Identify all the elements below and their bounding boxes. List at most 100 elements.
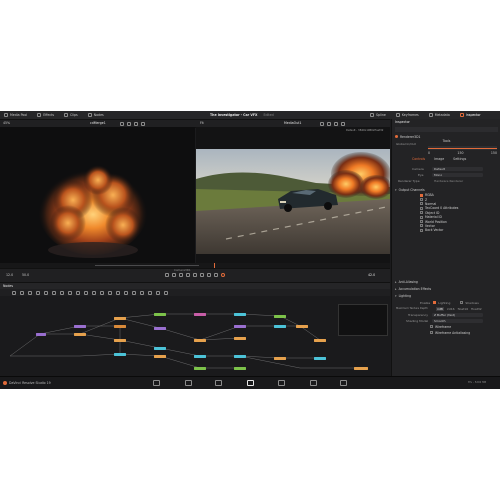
node-orange[interactable] (194, 339, 206, 342)
checkbox-icon[interactable] (420, 228, 423, 232)
clips-button[interactable]: Clips (64, 113, 78, 117)
anti-aliasing-header[interactable]: ▸ Anti-Aliasing (395, 279, 498, 284)
checkbox-icon[interactable] (430, 325, 433, 328)
tools-tab[interactable]: Tools (395, 127, 498, 143)
more-icon[interactable] (341, 121, 345, 126)
node-orange[interactable] (274, 357, 286, 360)
record-icon[interactable] (221, 273, 225, 277)
deliver-page-icon[interactable] (340, 380, 347, 386)
keyframes-button[interactable]: Keyframes (395, 113, 419, 117)
accumulation-header[interactable]: ▸ Accumulation Effects (395, 286, 498, 291)
node-orange[interactable] (154, 355, 166, 358)
checkbox-icon[interactable] (420, 198, 423, 202)
node-cyan[interactable] (234, 355, 246, 358)
color-tool-icon[interactable] (148, 290, 152, 295)
text-tool-icon[interactable] (28, 290, 32, 295)
background-tool-icon[interactable] (12, 290, 16, 295)
effects-tool-icon[interactable] (156, 290, 160, 295)
more-tools-icon[interactable] (164, 290, 168, 295)
node-orange[interactable] (114, 325, 126, 328)
media-out-node[interactable] (354, 367, 368, 370)
node-header[interactable]: Renderer3D1 (395, 134, 498, 139)
range-end[interactable]: 150 (491, 151, 497, 155)
transparency-select[interactable]: Z Buffer (fast) (432, 312, 483, 317)
image-tab[interactable]: Image (434, 157, 444, 161)
step-forward-icon[interactable] (200, 273, 204, 277)
media-pool-button[interactable]: Media Pool (4, 113, 27, 117)
merge-tool-icon[interactable] (36, 290, 40, 295)
node-orange[interactable] (114, 317, 126, 320)
particle-tool-icon[interactable] (84, 290, 88, 295)
wireframe-aa-row[interactable]: Wireframe Antialiasing (430, 330, 498, 335)
media-page-icon[interactable] (153, 380, 160, 386)
node-green[interactable] (154, 313, 166, 316)
lighting-header[interactable]: ▾ Lighting (395, 293, 498, 298)
fairlight-page-icon[interactable] (310, 380, 317, 386)
light-tool-icon[interactable] (108, 290, 112, 295)
depth-int8[interactable]: int8 (436, 306, 444, 311)
node-graph[interactable] (0, 296, 390, 376)
roi-icon[interactable] (127, 121, 131, 126)
paint-tool-icon[interactable] (20, 290, 24, 295)
stop-icon[interactable] (186, 273, 190, 277)
checkbox-icon[interactable] (420, 193, 423, 197)
node-pink[interactable] (194, 313, 206, 316)
node-orange[interactable] (74, 333, 86, 336)
camera-select[interactable]: Default (432, 166, 483, 171)
camera-tool-icon[interactable] (100, 290, 104, 295)
roi-icon[interactable] (327, 121, 331, 126)
fusion-page-icon[interactable] (247, 380, 254, 386)
view-options-icon[interactable] (320, 121, 324, 126)
edit-page-icon[interactable] (215, 380, 222, 386)
depth-float16[interactable]: float16 (458, 307, 469, 311)
inspector-button[interactable]: Inspector (459, 113, 481, 117)
node-cyan[interactable] (114, 353, 126, 356)
shading-select[interactable]: Smooth (432, 318, 483, 323)
range-mid[interactable]: 150 (457, 151, 463, 155)
node-orange[interactable] (314, 339, 326, 342)
tracker-tool-icon[interactable] (124, 290, 128, 295)
play-reverse-icon[interactable] (179, 273, 183, 277)
controls-tab[interactable]: Controls (412, 157, 425, 161)
lut-icon[interactable] (334, 121, 338, 126)
checkbox-icon[interactable] (420, 220, 423, 224)
node-purple[interactable] (234, 325, 246, 328)
metadata-button[interactable]: Metadata (428, 113, 450, 117)
checkbox-icon[interactable] (420, 211, 423, 215)
lighting-checkbox[interactable] (433, 301, 437, 304)
keyer-tool-icon[interactable] (140, 290, 144, 295)
node-purple[interactable] (154, 327, 166, 330)
node-cyan[interactable] (314, 357, 326, 360)
output-channels-header[interactable]: ▾ Output Channels (395, 187, 498, 192)
left-viewer-zoom[interactable]: 45% (3, 121, 10, 125)
blur-tool-icon[interactable] (52, 290, 56, 295)
node-cyan[interactable] (274, 325, 286, 328)
renderer-type-value[interactable]: Hardware Renderer (432, 179, 483, 183)
eye-select[interactable]: Mono (432, 172, 483, 177)
node-purple[interactable] (36, 333, 46, 336)
node-navigator[interactable] (338, 304, 388, 336)
right-viewer-zoom[interactable]: Fit (200, 121, 204, 125)
checkbox-icon[interactable] (420, 215, 423, 219)
node-cyan[interactable] (154, 347, 166, 350)
node-purple[interactable] (74, 325, 86, 328)
spline-button[interactable]: Spline (370, 113, 386, 117)
checkbox-icon[interactable] (420, 206, 423, 210)
settings-tab[interactable]: Settings (453, 157, 466, 161)
renderer-tool-icon[interactable] (116, 290, 120, 295)
depth-float32[interactable]: float32 (471, 307, 482, 311)
lut-icon[interactable] (134, 121, 138, 126)
render-start-field[interactable]: 12.0 (6, 273, 13, 277)
node-orange[interactable] (296, 325, 308, 328)
bspline-tool-icon[interactable] (76, 290, 80, 295)
shape3d-tool-icon[interactable] (92, 290, 96, 295)
transform-tool-icon[interactable] (44, 290, 48, 295)
effects-button[interactable]: Effects (37, 113, 54, 117)
more-icon[interactable] (141, 121, 145, 126)
node-green[interactable] (234, 367, 246, 370)
node-cyan[interactable] (194, 355, 206, 358)
checkbox-icon[interactable] (430, 331, 433, 334)
global-range-slider[interactable] (428, 146, 497, 150)
node-green[interactable] (274, 315, 286, 318)
nodes-button[interactable]: Nodes (87, 113, 104, 117)
